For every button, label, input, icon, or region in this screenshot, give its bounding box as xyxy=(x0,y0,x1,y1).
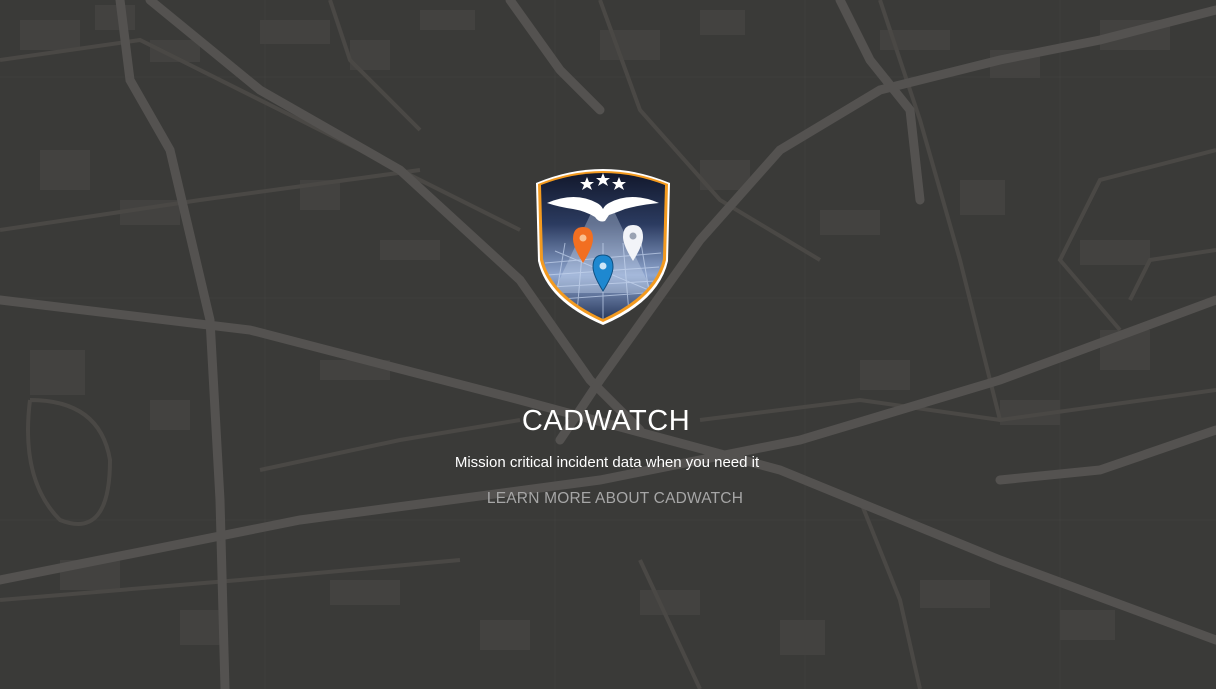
hero-section: CADWATCH Mission critical incident data … xyxy=(0,0,1216,689)
learn-more-label[interactable]: LEARN MORE ABOUT CADWATCH xyxy=(487,490,743,507)
page-title: CADWATCH xyxy=(521,405,691,437)
tagline: Mission critical incident data when you … xyxy=(454,454,760,471)
learn-more-link[interactable]: LEARN MORE ABOUT CADWATCH xyxy=(0,490,1216,508)
landing-page: CADWATCH Mission critical incident data … xyxy=(0,0,1216,689)
shield-eagle-map-pins-icon xyxy=(536,169,670,325)
